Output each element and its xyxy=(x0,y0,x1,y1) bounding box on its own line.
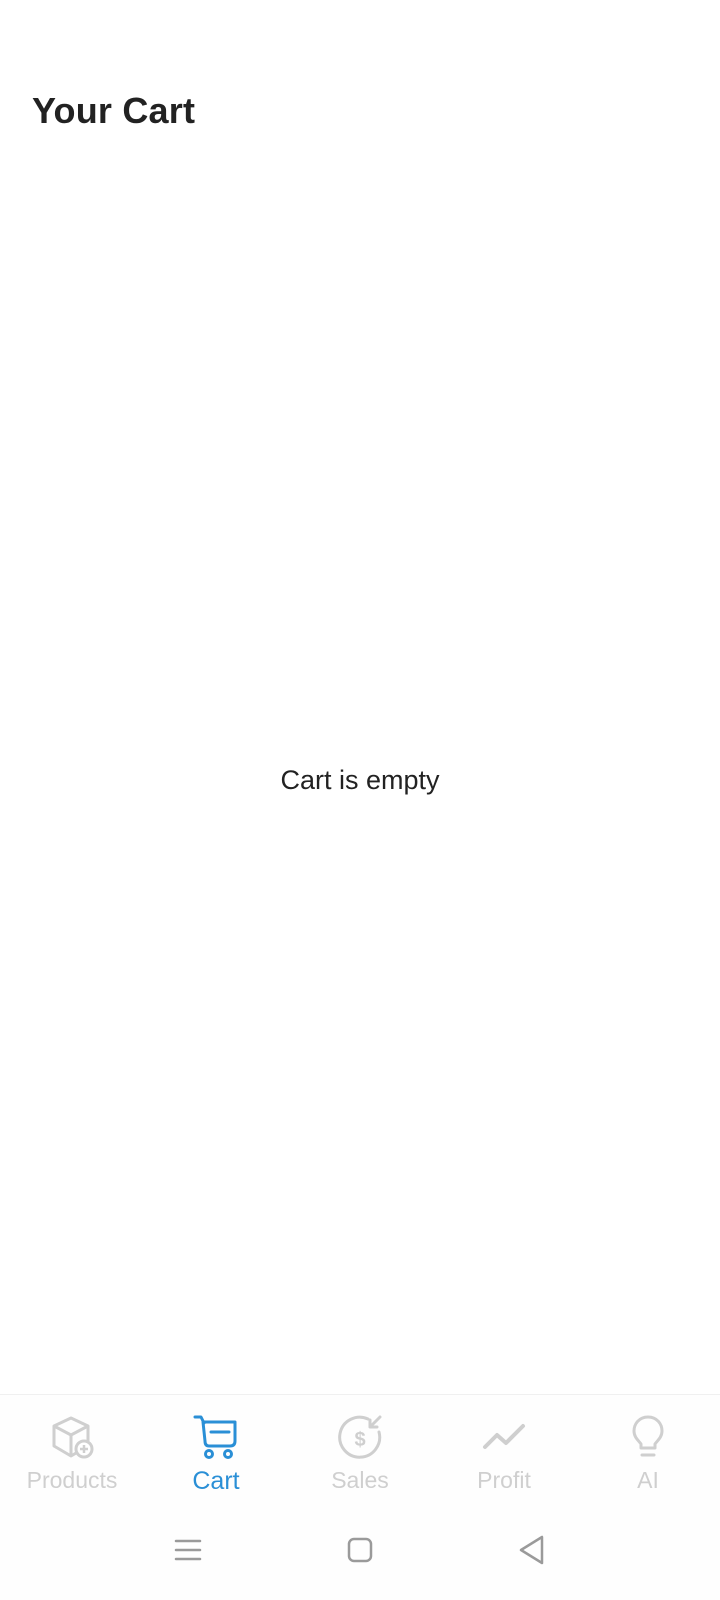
system-navigation-bar xyxy=(0,1500,720,1600)
trend-line-icon xyxy=(483,1424,525,1449)
page-title: Your Cart xyxy=(32,90,196,131)
bottom-navigation: Products Cart $ Sales Profit AI xyxy=(0,1394,720,1501)
empty-cart-message: Cart is empty xyxy=(280,765,440,795)
dollar-sales-icon: $ xyxy=(338,1415,382,1459)
tab-ai-label: AI xyxy=(637,1467,659,1493)
menu-icon[interactable] xyxy=(168,1530,208,1570)
back-icon[interactable] xyxy=(512,1530,552,1570)
tab-profit-label: Profit xyxy=(477,1467,531,1493)
tab-sales-label: Sales xyxy=(331,1467,389,1493)
tab-profit[interactable]: Profit xyxy=(432,1395,576,1501)
cart-icon xyxy=(193,1415,237,1459)
tab-sales[interactable]: $ Sales xyxy=(288,1395,432,1501)
tab-products[interactable]: Products xyxy=(0,1395,144,1501)
tab-cart[interactable]: Cart xyxy=(144,1395,288,1501)
tab-cart-label: Cart xyxy=(192,1467,240,1495)
home-icon[interactable] xyxy=(340,1530,380,1570)
tab-products-label: Products xyxy=(26,1467,118,1493)
tab-ai[interactable]: AI xyxy=(576,1395,720,1501)
lightbulb-icon xyxy=(632,1415,664,1457)
product-box-add-icon xyxy=(52,1416,94,1459)
svg-text:$: $ xyxy=(354,1429,365,1451)
